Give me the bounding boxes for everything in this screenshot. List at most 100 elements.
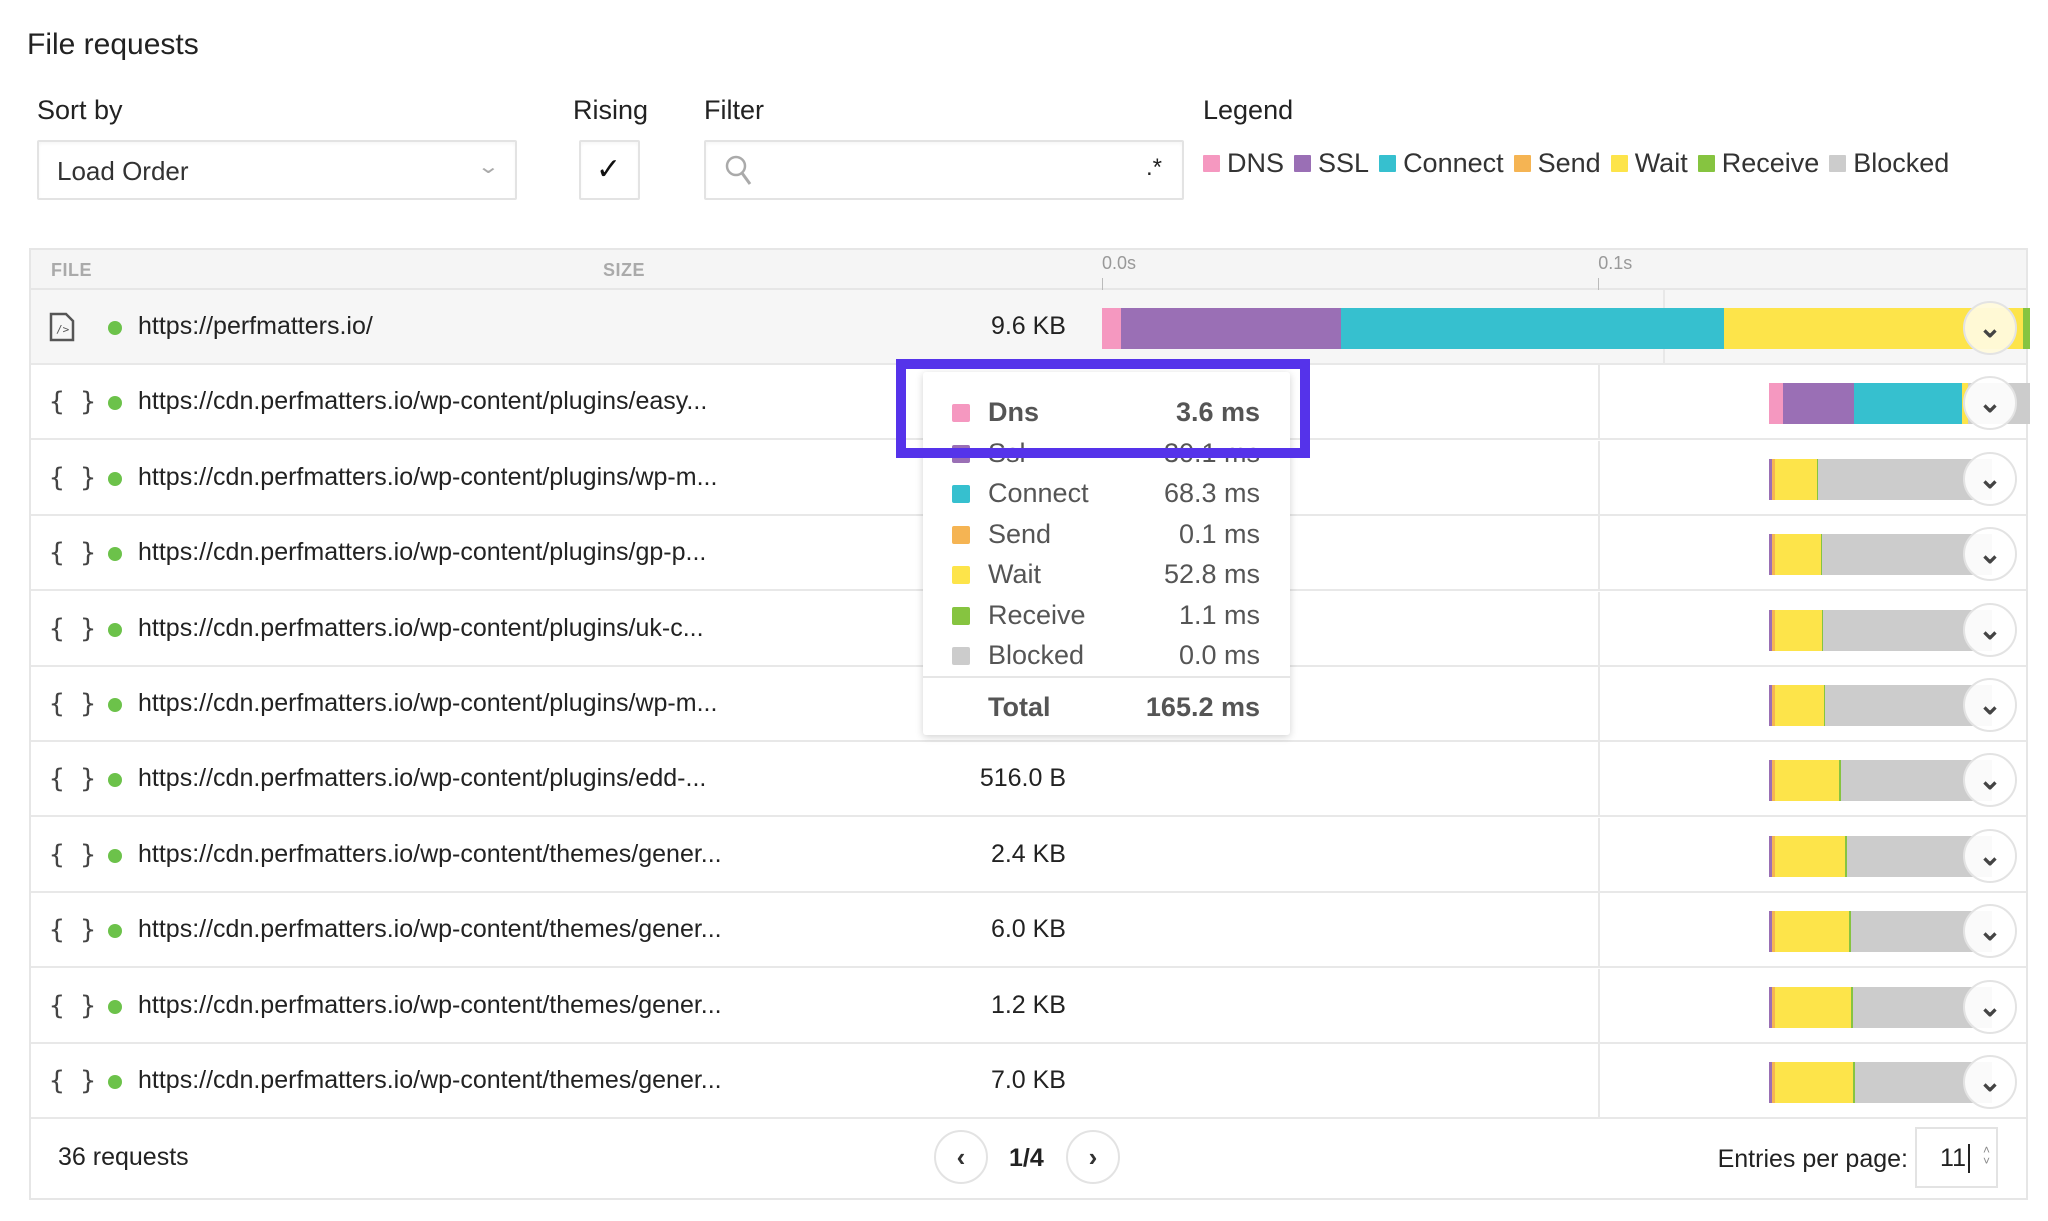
table-row[interactable]: { } https://cdn.perfmatters.io/wp-content… [31,742,2026,818]
table-row[interactable]: { } https://cdn.perfmatters.io/wp-content… [31,817,2026,893]
status-dot [108,924,122,939]
chevron-right-icon: › [1088,1142,1098,1172]
legend-swatch [1294,155,1312,172]
legend-item-label: Blocked [1853,148,1950,178]
expand-row-button[interactable]: ⌄ [1963,1055,2017,1109]
timeline-bar [1102,817,2030,891]
file-url[interactable]: https://cdn.perfmatters.io/wp-content/th… [138,840,722,869]
chevron-down-icon: ⌄ [1978,538,2002,570]
spinner-icon[interactable]: ˄ ˅ [1983,1144,1990,1167]
request-count: 36 requests [58,1143,189,1171]
sort-by-select[interactable]: Load Order ⌄ [37,140,517,200]
prev-page-button[interactable]: ‹ [934,1130,988,1184]
tooltip-row-wait: Wait 52.8 ms [923,557,1290,593]
regex-icon[interactable]: .* [1146,154,1162,182]
expand-row-button[interactable]: ⌄ [1963,602,2017,657]
column-header-file[interactable]: FILE [51,260,92,281]
legend-item-ssl: SSL [1294,148,1369,179]
expand-row-button[interactable]: ⌄ [1963,753,2017,808]
tooltip-swatch [952,606,970,625]
status-dot [108,1075,122,1089]
braces-icon: { } [49,764,96,795]
status-dot [108,698,122,712]
timing-segment-wait [1775,835,1846,877]
filter-field[interactable]: .* [704,140,1184,200]
braces-icon: { } [49,538,96,569]
braces-icon: { } [49,462,96,493]
file-url[interactable]: https://perfmatters.io/ [138,312,373,341]
expand-row-button[interactable]: ⌄ [1963,828,2017,883]
checkmark-icon: ✓ [596,153,622,186]
legend-swatch [1697,155,1715,172]
timeline-gridline [1598,440,1601,514]
legend-swatch [1203,155,1220,172]
tooltip-divider [923,676,1290,678]
next-page-button[interactable]: › [1066,1130,1120,1184]
expand-row-button[interactable]: ⌄ [1963,979,2017,1034]
expand-row-button[interactable]: ⌄ [1963,301,2017,355]
column-header-size[interactable]: SIZE [603,260,645,281]
timeline-bar [1102,1044,2030,1117]
file-size: 6.0 KB [990,915,1066,944]
filter-input[interactable] [766,150,1106,190]
expand-row-button[interactable]: ⌄ [1963,678,2017,732]
expand-row-button[interactable]: ⌄ [1963,904,2017,959]
timing-segment-wait [1775,609,1822,651]
timing-segment-receive [2022,308,2030,349]
legend-item-dns: DNS [1203,148,1284,179]
file-url[interactable]: https://cdn.perfmatters.io/wp-content/th… [138,915,722,944]
entries-per-page-input[interactable]: 11 ˄ ˅ [1915,1127,1998,1188]
tooltip-value: 52.8 ms [1163,559,1260,589]
status-dot [108,999,122,1014]
legend: DNS SSL Connect Send Wait Receive Blocked [1203,148,1959,179]
timing-segment-wait [1775,458,1817,500]
legend-swatch [1829,155,1847,172]
rising-checkbox[interactable]: ✓ [579,140,640,200]
timeline-bar [1102,290,2030,363]
table-row[interactable]: { } https://cdn.perfmatters.io/wp-content… [31,968,2026,1044]
tooltip-total-value: 165.2 ms [1145,692,1260,722]
braces-icon: { } [49,613,96,644]
legend-swatch [1513,155,1531,172]
sort-by-label: Sort by [37,95,123,125]
tooltip-total-row: Total 165.2 ms [923,690,1290,726]
file-url[interactable]: https://cdn.perfmatters.io/wp-content/th… [138,1066,722,1095]
file-url[interactable]: https://cdn.perfmatters.io/wp-content/pl… [138,463,717,492]
file-url[interactable]: https://cdn.perfmatters.io/wp-content/pl… [138,764,706,793]
timeline-gridline [1598,968,1601,1042]
table-footer: 36 requests ‹ 1/4 › Entries per page: 11… [31,1118,2026,1200]
file-size: 9.6 KB [990,312,1066,340]
timing-segment-dns [1769,383,1784,425]
file-url[interactable]: https://cdn.perfmatters.io/wp-content/pl… [138,538,706,567]
table-row[interactable]: { } https://cdn.perfmatters.io/wp-content… [31,1044,2026,1119]
file-url[interactable]: https://cdn.perfmatters.io/wp-content/pl… [138,614,704,643]
file-url[interactable]: https://cdn.perfmatters.io/wp-content/pl… [138,689,717,718]
legend-item-label: Send [1537,148,1601,178]
timeline-bar [1102,893,2030,967]
file-url[interactable]: https://cdn.perfmatters.io/wp-content/th… [138,991,722,1020]
legend-item-label: Receive [1721,148,1820,178]
braces-icon: { } [49,387,96,418]
timeline-gridline [1598,1044,1601,1117]
expand-row-button[interactable]: ⌄ [1963,451,2017,506]
file-url[interactable]: https://cdn.perfmatters.io/wp-content/pl… [138,387,707,416]
status-dot [108,471,122,486]
timeline-gridline [1598,591,1601,665]
table-row[interactable]: /> https://perfmatters.io/9.6 KB ⌄ [31,290,2030,365]
chevron-down-icon: ⌄ [1978,915,2002,947]
svg-text:/>: /> [56,323,70,336]
legend-swatch [1610,155,1628,172]
timing-segment-connect [1854,383,1962,425]
tooltip-value: 0.0 ms [1178,640,1260,670]
chevron-down-icon: ⌄ [476,156,501,178]
file-size: 2.4 KB [990,839,1066,868]
chevron-down-icon: ⌄ [1978,312,2002,343]
chevron-down-icon: ⌄ [1978,689,2002,720]
status-dot [108,321,122,335]
expand-row-button[interactable]: ⌄ [1963,376,2017,431]
timeline-tick-label: 0.0s [1102,253,1137,273]
expand-row-button[interactable]: ⌄ [1963,527,2017,582]
table-row[interactable]: { } https://cdn.perfmatters.io/wp-content… [31,893,2026,969]
tooltip-row-blocked: Blocked 0.0 ms [923,638,1290,674]
timing-segment-ssl [1120,308,1342,349]
